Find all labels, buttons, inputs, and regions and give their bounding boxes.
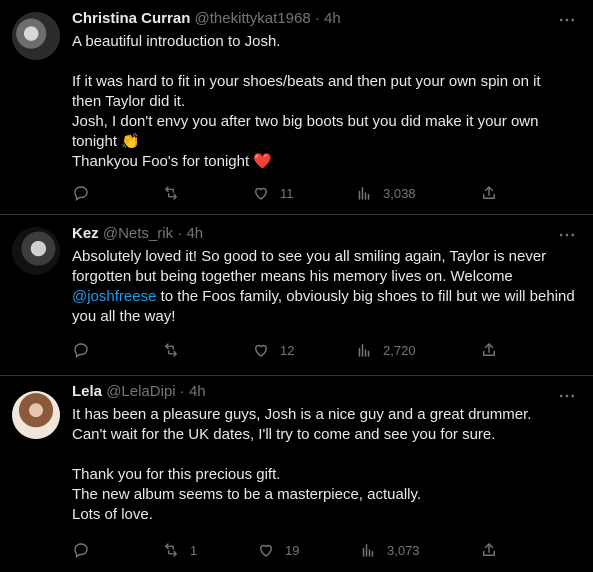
tweet-header: Kez @Nets_rik · 4h <box>72 224 553 244</box>
like-button[interactable]: 11 <box>252 184 294 202</box>
tweet-line: Can't wait for the UK dates, I'll try to… <box>72 426 496 443</box>
tweet-line: The new album seems to be a masterpiece,… <box>72 486 422 503</box>
views-count: 3,038 <box>383 185 416 201</box>
reply-icon <box>74 186 88 202</box>
mention-link[interactable]: @joshfreese <box>72 288 156 305</box>
tweet-line: Thankyou Foo's for tonight ❤️ <box>72 153 272 170</box>
tweet-kez[interactable]: Kez @Nets_rik · 4h Absolutely loved it! … <box>0 215 593 376</box>
reply-button[interactable] <box>72 341 100 359</box>
tweet-lela[interactable]: Lela @LelaDipi · 4h It has been a pleasu… <box>0 376 593 572</box>
tweet-line <box>72 445 577 465</box>
separator-dot: · <box>314 10 320 27</box>
like-count: 11 <box>280 185 294 201</box>
like-icon <box>260 544 272 557</box>
share-icon <box>483 186 495 199</box>
tweet-text: Absolutely loved it! So good to see you … <box>72 247 577 327</box>
timestamp[interactable]: 4h <box>186 225 203 242</box>
share-button[interactable] <box>480 184 498 202</box>
more-icon[interactable] <box>557 225 577 245</box>
avatar[interactable] <box>12 12 60 60</box>
reply-icon <box>74 343 88 359</box>
views-button[interactable]: 3,038 <box>355 184 416 202</box>
tweet-actions: 1 19 3,073 <box>72 541 577 561</box>
timestamp[interactable]: 4h <box>189 383 206 400</box>
author-handle[interactable]: @Nets_rik <box>103 225 173 242</box>
tweet-line: Josh, I don't envy you after two big boo… <box>72 113 539 130</box>
tweet-christina[interactable]: Christina Curran @thekittykat1968 · 4h A… <box>0 0 593 215</box>
tweet-line: tonight 👏 <box>72 133 140 150</box>
reply-button[interactable] <box>72 184 100 202</box>
retweet-icon <box>165 343 177 357</box>
author-name[interactable]: Christina Curran <box>72 10 190 27</box>
views-count: 2,720 <box>383 342 416 358</box>
tweet-text: It has been a pleasure guys, Josh is a n… <box>72 405 577 525</box>
timestamp[interactable]: 4h <box>324 10 341 27</box>
tweet-line <box>72 52 577 72</box>
like-count: 12 <box>280 342 295 358</box>
like-button[interactable]: 12 <box>252 341 294 359</box>
share-button[interactable] <box>480 341 498 359</box>
views-button[interactable]: 3,073 <box>359 541 420 559</box>
views-icon <box>358 344 370 357</box>
tweet-actions: 11 3,038 <box>72 184 577 204</box>
like-count: 19 <box>285 542 300 558</box>
tweet-text: A beautiful introduction to Josh. If it … <box>72 32 577 172</box>
tweet-actions: 12 2,720 <box>72 341 577 361</box>
tweet-paragraph: Absolutely loved it! So good to see you … <box>72 247 577 327</box>
retweet-icon <box>165 543 177 557</box>
tweet-line: If it was hard to fit in your shoes/beat… <box>72 73 541 90</box>
avatar[interactable] <box>12 391 60 439</box>
more-icon[interactable] <box>557 386 577 406</box>
retweet-button[interactable]: 1 <box>162 541 197 559</box>
retweet-button[interactable] <box>162 341 190 359</box>
tweet-line: It has been a pleasure guys, Josh is a n… <box>72 406 532 423</box>
reply-button[interactable] <box>72 541 100 559</box>
views-icon <box>358 187 370 200</box>
like-icon <box>255 187 267 200</box>
author-handle[interactable]: @LelaDipi <box>106 383 175 400</box>
author-handle[interactable]: @thekittykat1968 <box>195 10 311 27</box>
avatar[interactable] <box>12 227 60 275</box>
separator-dot: · <box>179 383 185 400</box>
tweet-header: Lela @LelaDipi · 4h <box>72 382 553 402</box>
author-name[interactable]: Lela <box>72 383 102 400</box>
views-button[interactable]: 2,720 <box>355 341 416 359</box>
share-icon <box>483 343 495 356</box>
like-icon <box>255 344 267 357</box>
tweet-line: A beautiful introduction to Josh. <box>72 33 281 50</box>
tweet-line: Lots of love. <box>72 506 153 523</box>
tweet-header: Christina Curran @thekittykat1968 · 4h <box>72 9 553 29</box>
retweet-count: 1 <box>190 542 198 558</box>
retweet-icon <box>165 186 177 200</box>
share-icon <box>483 543 495 556</box>
share-button[interactable] <box>480 541 498 559</box>
views-icon <box>362 544 374 557</box>
views-count: 3,073 <box>387 542 420 558</box>
tweet-line: then Taylor did it. <box>72 93 186 110</box>
retweet-button[interactable] <box>162 184 190 202</box>
author-name[interactable]: Kez <box>72 225 99 242</box>
separator-dot: · <box>177 225 183 242</box>
reply-icon <box>74 543 88 559</box>
tweet-text-part: Absolutely loved it! So good to see you … <box>72 248 547 285</box>
tweet-line: Thank you for this precious gift. <box>72 466 281 483</box>
more-icon[interactable] <box>557 10 577 30</box>
like-button[interactable]: 19 <box>257 541 299 559</box>
